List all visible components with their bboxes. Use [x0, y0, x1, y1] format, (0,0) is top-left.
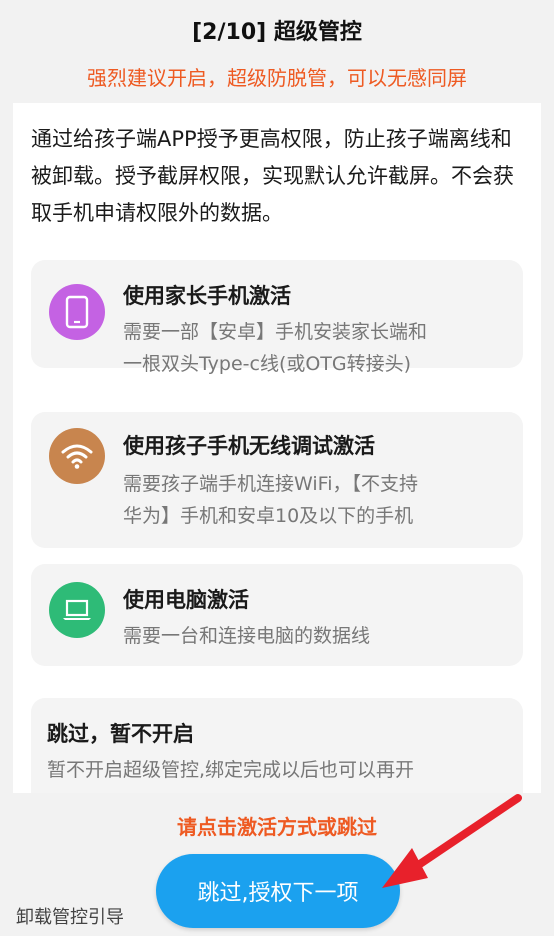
option-title: 使用孩子手机无线调试激活 — [123, 434, 375, 458]
option-desc: 需要孩子端手机连接WiFi，【不支持 华为】手机和安卓10及以下的手机 — [123, 468, 513, 532]
option-child-wifi[interactable]: 使用孩子手机无线调试激活 需要孩子端手机连接WiFi，【不支持 华为】手机和安卓… — [31, 412, 523, 548]
option-desc-line: 需要一部【安卓】手机安装家长端和 — [123, 321, 428, 343]
option-skip[interactable]: 跳过，暂不开启 暂不开启超级管控,绑定完成以后也可以再开 — [31, 698, 523, 793]
laptop-icon — [49, 582, 105, 638]
option-desc-line: 一根双头Type-c线(或OTG转接头) — [123, 353, 412, 375]
skip-desc: 暂不开启超级管控,绑定完成以后也可以再开 — [47, 759, 415, 781]
page-subtitle: 强烈建议开启，超级防脱管，可以无感同屏 — [87, 66, 467, 90]
header: [2/10] 超级管控 强烈建议开启，超级防脱管，可以无感同屏 — [0, 0, 554, 103]
phone-icon — [49, 284, 105, 340]
skip-title: 跳过，暂不开启 — [47, 722, 194, 746]
option-desc-line: 需要孩子端手机连接WiFi，【不支持 — [123, 473, 418, 495]
skip-authorize-next-button[interactable]: 跳过,授权下一项 — [156, 854, 400, 928]
page-title: [2/10] 超级管控 — [192, 20, 362, 45]
content-panel: 通过给孩子端APP授予更高权限，防止孩子端离线和被卸载。授予截屏权限，实现默认允… — [13, 103, 541, 793]
option-parent-phone[interactable]: 使用家长手机激活 需要一部【安卓】手机安装家长端和 一根双头Type-c线(或O… — [31, 260, 523, 375]
option-title: 使用电脑激活 — [123, 588, 249, 612]
intro-text: 通过给孩子端APP授予更高权限，防止孩子端离线和被卸载。授予截屏权限，实现默认允… — [31, 127, 514, 225]
option-desc: 需要一台和连接电脑的数据线 — [123, 625, 371, 647]
option-computer[interactable]: 使用电脑激活 需要一台和连接电脑的数据线 — [31, 564, 523, 666]
wifi-icon — [49, 428, 105, 484]
option-desc-line: 华为】手机和安卓10及以下的手机 — [123, 505, 414, 527]
uninstall-guide-link[interactable]: 卸载管控引导 — [16, 903, 124, 929]
option-title: 使用家长手机激活 — [123, 284, 291, 308]
option-desc: 需要一部【安卓】手机安装家长端和 一根双头Type-c线(或OTG转接头) — [123, 316, 513, 380]
hint-text: 请点击激活方式或跳过 — [177, 815, 377, 839]
